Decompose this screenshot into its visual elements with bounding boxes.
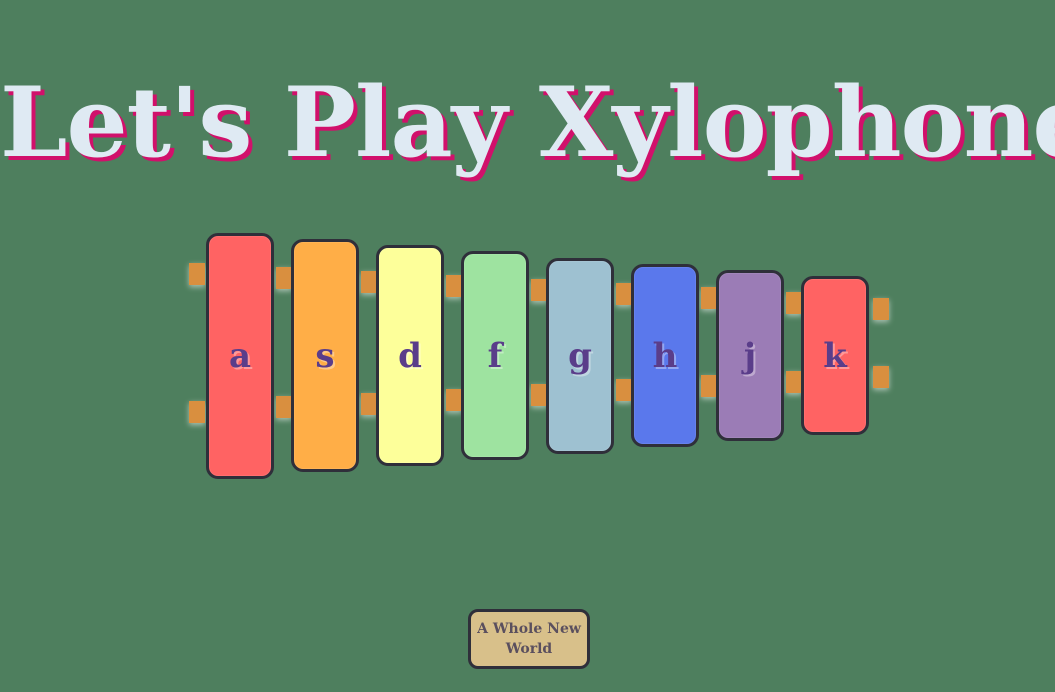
key-label: a	[228, 336, 252, 376]
key-label: g	[568, 336, 592, 376]
peg	[361, 393, 377, 415]
peg	[361, 271, 377, 293]
peg	[531, 279, 547, 301]
peg	[701, 375, 717, 397]
key-label: k	[823, 335, 847, 376]
key-label: j	[743, 335, 757, 376]
peg	[531, 384, 547, 406]
peg	[786, 292, 802, 314]
peg	[276, 267, 292, 289]
xylophone-key-a[interactable]: a	[206, 233, 274, 479]
key-label: f	[487, 335, 503, 376]
peg	[276, 396, 292, 418]
peg	[446, 389, 462, 411]
peg	[189, 263, 205, 285]
xylophone-key-k[interactable]: k	[801, 276, 869, 435]
key-label: h	[652, 335, 678, 376]
song-button[interactable]: A Whole New World	[468, 609, 590, 669]
xylophone: a s d f g h j k	[0, 0, 1055, 692]
peg	[189, 401, 205, 423]
peg	[873, 298, 889, 320]
xylophone-key-s[interactable]: s	[291, 239, 359, 472]
xylophone-key-d[interactable]: d	[376, 245, 444, 466]
peg	[616, 379, 632, 401]
peg	[873, 366, 889, 388]
key-label: d	[398, 335, 422, 376]
xylophone-key-f[interactable]: f	[461, 251, 529, 460]
peg	[786, 371, 802, 393]
peg	[616, 283, 632, 305]
xylophone-key-j[interactable]: j	[716, 270, 784, 441]
key-label: s	[315, 335, 335, 376]
xylophone-key-h[interactable]: h	[631, 264, 699, 447]
xylophone-key-g[interactable]: g	[546, 258, 614, 454]
peg	[701, 287, 717, 309]
peg	[446, 275, 462, 297]
